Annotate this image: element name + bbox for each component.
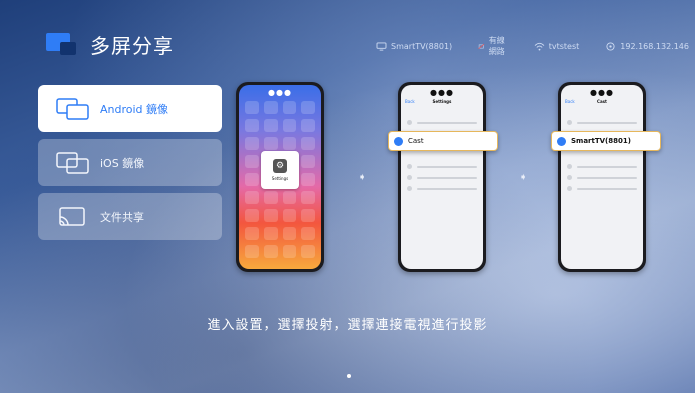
device-status: SmartTV(8801) (376, 42, 452, 51)
step2-phone: ●●● Back Settings (398, 82, 486, 272)
app-header: 多屏分享 (46, 30, 174, 59)
wired-label: 有線網路 (488, 36, 505, 56)
device-name: SmartTV(8801) (391, 41, 453, 51)
multi-screen-icon (46, 32, 78, 57)
screen-title: Cast (597, 99, 607, 104)
phone-settings-screen: ●●● Back Settings (401, 85, 483, 269)
step1-phone: ●●● ⚙ Settings (236, 82, 324, 272)
settings-app-tile: ⚙ Settings (261, 151, 299, 189)
wifi-name: tvtstest (548, 41, 580, 51)
settings-rows (407, 117, 477, 194)
wifi-status: tvtstest (534, 41, 580, 51)
location-pin-icon (606, 41, 615, 51)
cast-option-callout: Cast (388, 131, 498, 151)
wired-status: 有線網路 (478, 35, 508, 57)
mode-menu: Android 鏡像 iOS 鏡像 文件共享 (38, 85, 222, 247)
step-arrow-icon: ➧ (358, 172, 367, 183)
tv-option-label: SmartTV(8801) (571, 137, 631, 145)
tv-icon (376, 41, 387, 51)
tv-icon (557, 136, 566, 146)
phone-home-screen: ●●● ⚙ Settings (239, 85, 321, 269)
cast-icon (394, 136, 403, 146)
app-title: 多屏分享 (90, 34, 174, 58)
wifi-icon (534, 42, 545, 51)
phone-cast-screen: ●●● Back Cast (561, 85, 643, 269)
screen-mirror-icon (56, 97, 89, 120)
tv-option-callout: SmartTV(8801) (551, 131, 661, 151)
gear-icon: ⚙ (273, 159, 287, 173)
phone-notch: ●●● (430, 88, 454, 97)
menu-label: Android 鏡像 (100, 102, 169, 116)
phone-notch: ●●● (268, 88, 292, 97)
page-indicator (347, 374, 351, 378)
menu-label: iOS 鏡像 (100, 156, 145, 170)
menu-item-android-mirror[interactable]: Android 鏡像 (38, 85, 222, 132)
step-arrow-icon: ➧ (519, 172, 528, 183)
screen-title: Settings (432, 99, 452, 104)
status-bar: SmartTV(8801) 有線網路 tvtstest 192.168.132.… (376, 35, 689, 57)
ip-status: 192.168.132.146 (605, 42, 689, 51)
cast-rows (567, 117, 637, 194)
step3-phone: ●●● Back Cast (558, 82, 646, 272)
ip-address: 192.168.132.146 (620, 41, 689, 51)
menu-item-file-share[interactable]: 文件共享 (38, 193, 222, 240)
menu-label: 文件共享 (100, 210, 144, 224)
instruction-text: 進入設置，選擇投射，選擇連接電視進行投影 (207, 318, 488, 333)
cast-option-label: Cast (408, 137, 424, 145)
screen-mirror-icon (56, 151, 89, 174)
settings-app-label: Settings (271, 176, 289, 181)
wired-network-off-icon (478, 43, 485, 49)
menu-item-ios-mirror[interactable]: iOS 鏡像 (38, 139, 222, 186)
tv-screen: 多屏分享 SmartTV(8801) 有線網路 tvtstest 192.168… (6, 0, 689, 393)
phone-notch: ●●● (590, 88, 614, 97)
cast-icon (59, 206, 85, 226)
